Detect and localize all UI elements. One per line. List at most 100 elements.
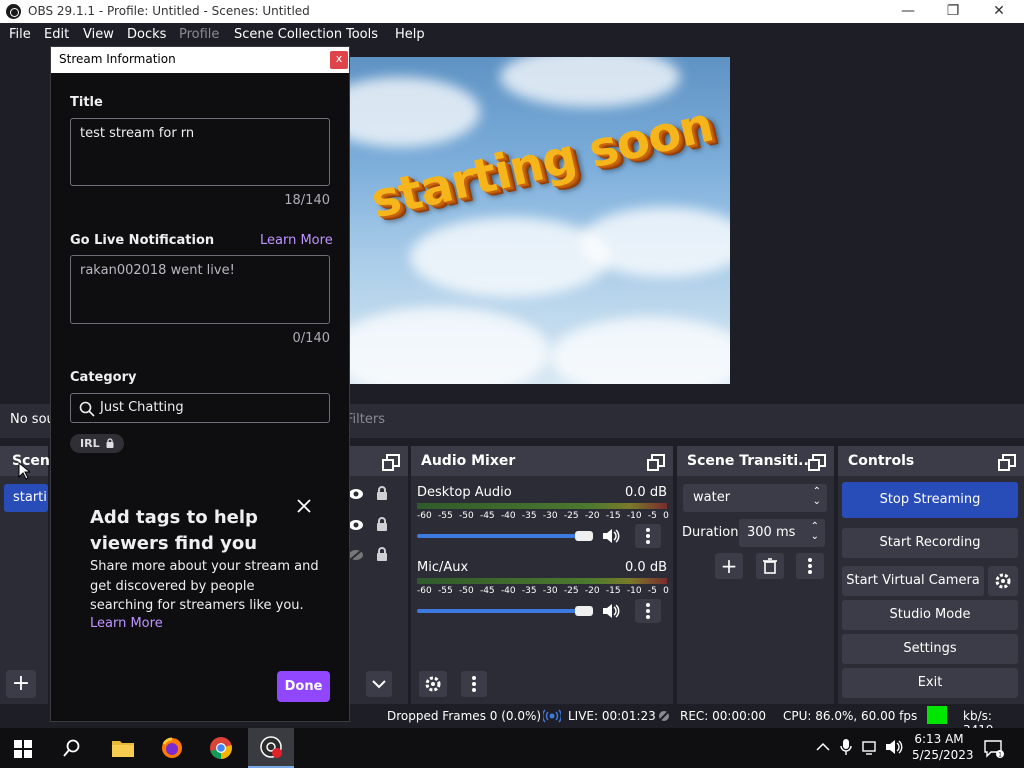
filters-button[interactable]: Filters xyxy=(346,412,385,427)
menu-help[interactable]: Help xyxy=(395,27,425,42)
controls-dock: Controls Stop Streaming Start Recording … xyxy=(838,446,1024,704)
channel-level: 0.0 dB xyxy=(625,560,667,575)
undock-icon[interactable] xyxy=(998,454,1016,471)
tags-promo-body: Share more about your stream and get dis… xyxy=(90,559,319,613)
channel-name: Mic/Aux xyxy=(417,560,469,575)
search-icon[interactable] xyxy=(63,739,81,757)
clock[interactable]: 6:13 AM 5/25/2023 xyxy=(912,731,974,763)
tags-learn-more-link[interactable]: Learn More xyxy=(90,616,163,631)
no-source-label: No sou xyxy=(10,412,55,427)
lock-icon[interactable] xyxy=(376,517,388,532)
title-char-count: 18/140 xyxy=(284,193,330,208)
volume-slider[interactable] xyxy=(417,606,594,616)
done-button[interactable]: Done xyxy=(277,671,330,702)
learn-more-link[interactable]: Learn More xyxy=(260,233,333,248)
menu-docks[interactable]: Docks xyxy=(127,27,166,42)
firefox-icon[interactable] xyxy=(160,736,184,760)
duration-label: Duration xyxy=(682,525,739,540)
settings-button[interactable]: Settings xyxy=(842,634,1018,664)
mouse-cursor-icon xyxy=(18,462,30,480)
lock-icon[interactable] xyxy=(376,547,388,562)
minimize-button[interactable]: — xyxy=(885,0,931,23)
file-explorer-icon[interactable] xyxy=(111,738,135,758)
chevron-up-icon[interactable] xyxy=(816,741,830,753)
notifications-icon[interactable]: 1 xyxy=(983,739,1005,759)
menu-file[interactable]: File xyxy=(9,27,31,42)
audio-mixer-title: Audio Mixer xyxy=(421,453,516,469)
stop-streaming-button[interactable]: Stop Streaming xyxy=(842,482,1018,518)
lock-icon[interactable] xyxy=(376,486,388,501)
spin-icon[interactable]: ⌃ ⌄ xyxy=(811,522,819,542)
maximize-button[interactable]: ❐ xyxy=(930,0,976,23)
updown-icon: ⌃ ⌄ xyxy=(812,486,821,507)
tag-chip[interactable]: IRL xyxy=(70,434,125,453)
chevron-down-icon[interactable] xyxy=(366,671,392,697)
category-label: Category xyxy=(70,370,137,385)
trash-icon[interactable] xyxy=(756,553,784,579)
hidden-eye-icon[interactable] xyxy=(348,549,364,561)
transition-select[interactable]: water ⌃ ⌄ xyxy=(683,484,827,512)
studio-mode-button[interactable]: Studio Mode xyxy=(842,600,1018,630)
menu-edit[interactable]: Edit xyxy=(44,27,69,42)
undock-icon[interactable] xyxy=(382,454,400,471)
scene-transitions-title: Scene Transiti... xyxy=(687,453,815,469)
eye-icon[interactable] xyxy=(348,519,364,531)
add-transition-button[interactable]: + xyxy=(715,553,743,579)
record-disabled-icon xyxy=(657,709,671,723)
eye-icon[interactable] xyxy=(348,488,364,500)
obs-logo-icon xyxy=(6,4,21,19)
volume-meter xyxy=(417,503,667,509)
undock-icon[interactable] xyxy=(647,454,665,471)
scene-item[interactable]: startin xyxy=(4,484,48,512)
window-title: OBS 29.1.1 - Profile: Untitled - Scenes:… xyxy=(28,4,310,18)
menu-profile[interactable]: Profile xyxy=(179,27,219,42)
more-options-icon[interactable] xyxy=(635,599,661,623)
channel-name: Desktop Audio xyxy=(417,485,512,500)
duration-value: 300 ms xyxy=(747,525,796,540)
start-virtual-camera-button[interactable]: Start Virtual Camera xyxy=(842,566,984,596)
add-scene-button[interactable]: + xyxy=(6,670,36,698)
windows-start-icon[interactable] xyxy=(14,740,32,758)
stream-preview[interactable]: starting soon xyxy=(350,57,730,384)
volume-icon[interactable] xyxy=(885,739,903,755)
menu-view[interactable]: View xyxy=(83,27,114,42)
audio-mixer-dock: Audio Mixer Desktop Audio 0.0 dB -60 -55-… xyxy=(411,446,673,704)
undock-icon[interactable] xyxy=(808,454,826,471)
window-title-bar: OBS 29.1.1 - Profile: Untitled - Scenes:… xyxy=(0,0,1024,23)
chrome-icon[interactable] xyxy=(209,736,233,760)
scene-transitions-dock: Scene Transiti... water ⌃ ⌄ Duration 300 … xyxy=(677,446,834,704)
gear-icon[interactable] xyxy=(419,671,447,697)
gear-icon[interactable] xyxy=(988,566,1018,596)
start-recording-button[interactable]: Start Recording xyxy=(842,528,1018,558)
taskbar-obs-app[interactable] xyxy=(248,728,294,768)
category-search-input[interactable]: Just Chatting xyxy=(70,393,330,423)
go-live-notification-label: Go Live Notification xyxy=(70,233,215,248)
menu-tools[interactable]: Tools xyxy=(346,27,378,42)
speaker-icon[interactable] xyxy=(602,528,620,544)
more-options-icon[interactable] xyxy=(461,671,487,697)
notification-input[interactable]: rakan002018 went live! xyxy=(70,255,330,324)
notification-char-count: 0/140 xyxy=(292,331,330,346)
tags-promo-title: Add tags to help viewers find you xyxy=(90,507,258,554)
dropped-frames: Dropped Frames 0 (0.0%) xyxy=(387,709,542,723)
audio-mixer-header: Audio Mixer xyxy=(411,446,673,476)
search-icon xyxy=(79,401,95,417)
dialog-title: Stream Information xyxy=(59,52,176,66)
menu-scene-collection[interactable]: Scene Collection xyxy=(234,27,342,42)
duration-spinbox[interactable]: 300 ms ⌃ ⌄ xyxy=(739,519,825,547)
controls-header: Controls xyxy=(838,446,1024,476)
more-options-icon[interactable] xyxy=(635,524,661,548)
microphone-icon[interactable] xyxy=(840,738,852,756)
network-icon[interactable] xyxy=(862,740,880,756)
close-window-button[interactable]: ✕ xyxy=(976,0,1022,23)
meter-scale: -60 -55 -50 -45 -40 -35 -30 -25 -20 -15 -10 -5 0 xyxy=(417,586,669,596)
volume-slider[interactable] xyxy=(417,531,594,541)
obs-app-icon xyxy=(260,736,282,758)
title-input[interactable]: test stream for rn xyxy=(70,118,330,186)
exit-button[interactable]: Exit xyxy=(842,668,1018,698)
more-options-icon[interactable] xyxy=(796,553,824,579)
dialog-close-button[interactable]: x xyxy=(330,51,348,69)
speaker-icon[interactable] xyxy=(602,603,620,619)
category-value: Just Chatting xyxy=(100,400,184,415)
clock-date: 5/25/2023 xyxy=(912,748,974,762)
